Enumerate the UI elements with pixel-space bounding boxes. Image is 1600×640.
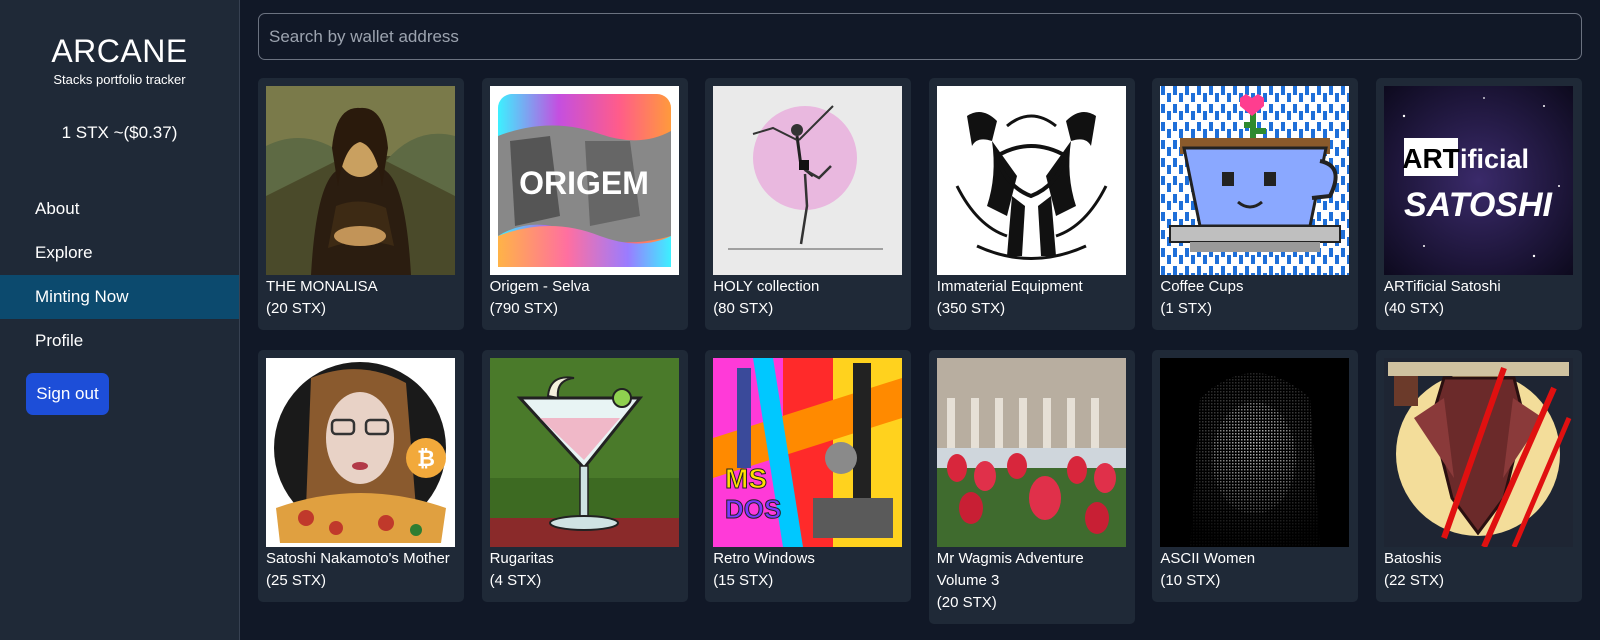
origem-thumbnail: ORIGEM [489, 86, 679, 275]
card-title: Retro Windows [713, 550, 815, 567]
collection-card[interactable]: MS DOS Retro Windows (15 STX) [705, 350, 912, 602]
nav-minting-now[interactable]: Minting Now [0, 275, 239, 319]
art-text: ART [1402, 143, 1460, 174]
immaterial-equipment-thumbnail [936, 86, 1126, 275]
card-price: (350 STX) [936, 300, 1006, 317]
card-title: Coffee Cups [1160, 278, 1244, 295]
card-price: (40 STX) [1383, 300, 1444, 317]
brand: ARCANE Stacks portfolio tracker [0, 0, 239, 87]
card-title: Satoshi Nakamoto's Mother [266, 550, 450, 567]
collection-card[interactable]: ASCII Women (10 STX) [1152, 350, 1359, 602]
coffee-cups-thumbnail [1160, 86, 1350, 275]
stx-price: 1 STX ~($0.37) [61, 123, 178, 142]
card-title: Mr Wagmis Adventure Volume 3 [936, 550, 1084, 589]
satoshi-text: SATOSHI [1404, 186, 1554, 224]
collection-card[interactable]: Rugaritas (4 STX) [481, 350, 688, 602]
card-price: (22 STX) [1383, 572, 1444, 589]
ificial-text: ificial [1460, 144, 1529, 174]
collection-card[interactable]: Immaterial Equipment (350 STX) [928, 78, 1135, 330]
collection-card[interactable]: ORIGEM Origem - Selva (790 STX) [481, 78, 688, 330]
collection-card[interactable]: Coffee Cups (1 STX) [1152, 78, 1359, 330]
satoshi-mother-thumbnail: ₿ [266, 358, 455, 547]
collection-card[interactable]: THE MONALISA (20 STX) [258, 78, 464, 330]
nav-explore[interactable]: Explore [0, 231, 239, 275]
batoshis-thumbnail [1383, 358, 1573, 547]
card-title: Batoshis [1383, 550, 1442, 567]
sidebar: ARCANE Stacks portfolio tracker 1 STX ~(… [0, 0, 240, 640]
brand-title: ARCANE [51, 33, 188, 69]
sidebar-nav: About Explore Minting Now Profile [0, 187, 239, 363]
card-price: (80 STX) [713, 300, 774, 317]
retro-windows-thumbnail: MS DOS [713, 358, 903, 547]
card-title: Immaterial Equipment [936, 278, 1083, 295]
card-price: (15 STX) [713, 572, 774, 589]
card-title: Origem - Selva [489, 278, 590, 295]
card-price: (4 STX) [489, 572, 542, 589]
nav-profile[interactable]: Profile [0, 319, 239, 363]
holy-thumbnail [713, 86, 903, 275]
card-price: (790 STX) [489, 300, 558, 317]
collection-card[interactable]: ₿ Satoshi Nakamoto's Mother (25 STX) [258, 350, 464, 602]
card-price: (25 STX) [266, 572, 327, 589]
card-title: ARTificial Satoshi [1383, 278, 1501, 295]
search-input[interactable] [258, 13, 1582, 60]
card-price: (1 STX) [1160, 300, 1213, 317]
collection-card[interactable]: HOLY collection (80 STX) [705, 78, 912, 330]
sign-out-button[interactable]: Sign out [26, 373, 109, 415]
collection-card[interactable]: Batoshis (22 STX) [1375, 350, 1582, 602]
mr-wagmis-thumbnail [936, 358, 1126, 547]
brand-subtitle: Stacks portfolio tracker [53, 72, 186, 87]
artificial-satoshi-thumbnail: ART ificial SATOSHI [1383, 86, 1573, 275]
card-title: Rugaritas [489, 550, 554, 567]
svg-text:₿: ₿ [417, 446, 435, 471]
rugaritas-thumbnail [489, 358, 679, 547]
card-title: ASCII Women [1160, 550, 1256, 567]
nav-about[interactable]: About [0, 187, 239, 231]
ascii-women-thumbnail [1160, 358, 1350, 547]
collection-grid: THE MONALISA (20 STX) ORIGEM Origem - Se… [258, 78, 1586, 624]
ms-text: MS [725, 463, 767, 494]
dos-text: DOS [725, 494, 781, 524]
monalisa-thumbnail [266, 86, 455, 275]
origem-logo-text: ORIGEM [519, 165, 649, 201]
collection-card[interactable]: ART ificial SATOSHI ARTificial Satoshi (… [1375, 78, 1582, 330]
card-title: THE MONALISA [266, 278, 378, 295]
card-price: (10 STX) [1160, 572, 1221, 589]
card-price: (20 STX) [266, 300, 327, 317]
card-price: (20 STX) [936, 594, 997, 611]
collection-card[interactable]: Mr Wagmis Adventure Volume 3 (20 STX) [928, 350, 1135, 624]
card-title: HOLY collection [713, 278, 820, 295]
